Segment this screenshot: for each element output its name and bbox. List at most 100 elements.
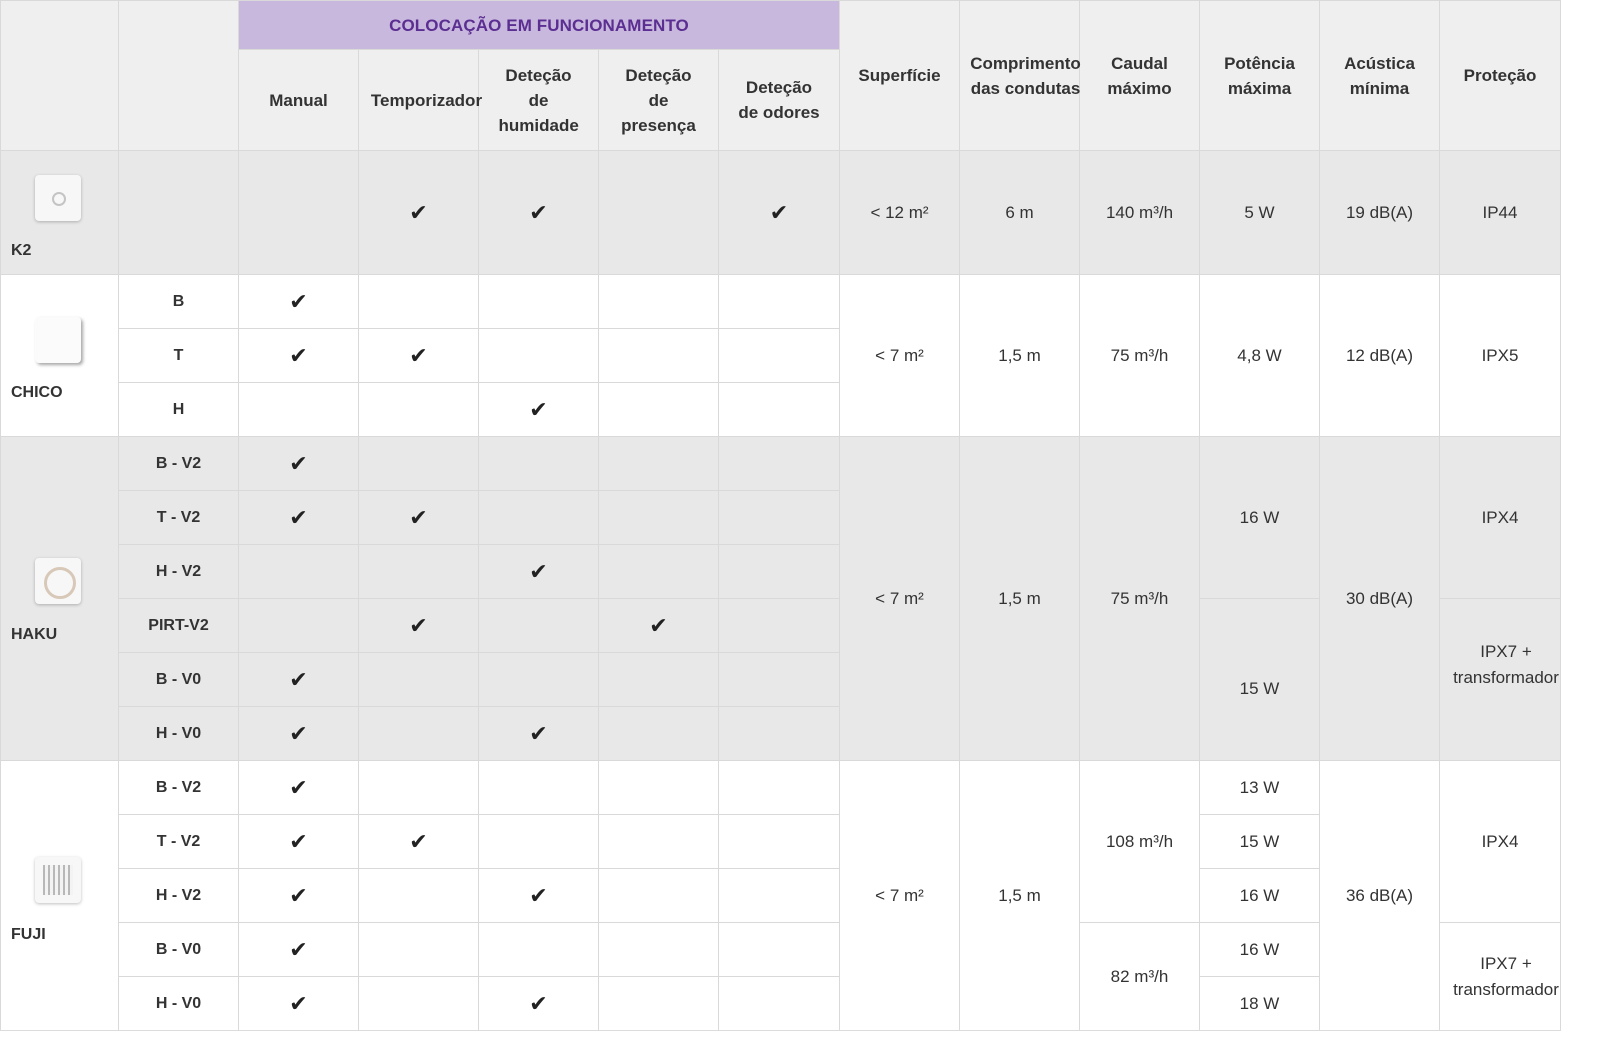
max-power-value: 5 W (1199, 150, 1320, 275)
surface-value: < 7 m² (839, 436, 960, 761)
header-blank-variant (118, 0, 239, 151)
check-cell: ✔ (358, 814, 479, 869)
acoustic-value: 30 dB(A) (1319, 436, 1440, 761)
variant-label: PIRT-V2 (118, 598, 239, 653)
check-cell (478, 814, 599, 869)
check-cell (598, 814, 719, 869)
check-cell: ✔ (478, 706, 599, 761)
header-surface: Superfície (839, 0, 960, 151)
check-cell: ✔ (238, 976, 359, 1031)
check-cell (358, 436, 479, 491)
product-name: K2 (11, 242, 32, 259)
bottom-fade (0, 1028, 1600, 1052)
check-cell: ✔ (478, 544, 599, 599)
product-cell-haku: HAKU (0, 436, 119, 761)
header-min-acoustic: Acústica mínima (1319, 0, 1440, 151)
duct-length-value: 1,5 m (959, 436, 1080, 761)
check-cell: ✔ (478, 868, 599, 923)
check-cell (238, 150, 359, 275)
max-power-value: 16 W (1199, 922, 1320, 977)
max-power-value: 18 W (1199, 976, 1320, 1031)
check-cell (358, 382, 479, 437)
check-cell: ✔ (358, 598, 479, 653)
check-cell (598, 490, 719, 545)
check-cell (358, 652, 479, 707)
variant-label: T (118, 328, 239, 383)
header-protection: Proteção (1439, 0, 1561, 151)
max-flow-value: 108 m³/h (1079, 760, 1200, 923)
check-cell (718, 760, 840, 815)
max-flow-value: 82 m³/h (1079, 922, 1200, 1031)
check-cell (478, 490, 599, 545)
chico-ventilator-image (35, 317, 81, 363)
check-cell (358, 976, 479, 1031)
check-cell (598, 922, 719, 977)
check-cell (718, 598, 840, 653)
protection-value: IP44 (1439, 150, 1561, 275)
check-cell: ✔ (238, 868, 359, 923)
variant-label: T - V2 (118, 814, 239, 869)
max-power-value: 13 W (1199, 760, 1320, 815)
check-cell: ✔ (238, 274, 359, 329)
check-cell (598, 976, 719, 1031)
check-cell (358, 274, 479, 329)
check-cell: ✔ (238, 436, 359, 491)
product-name: FUJI (11, 926, 46, 943)
header-max-power: Potência máxima (1199, 0, 1320, 151)
header-mode-humidity: Deteção de humidade (478, 49, 599, 151)
protection-value: IPX7 + transformador (1439, 922, 1561, 1031)
check-cell (598, 868, 719, 923)
variant-label: B (118, 274, 239, 329)
check-cell: ✔ (238, 760, 359, 815)
max-flow-value: 75 m³/h (1079, 274, 1200, 437)
protection-value: IPX7 + transformador (1439, 598, 1561, 761)
variant-label: H - V2 (118, 868, 239, 923)
check-cell (598, 274, 719, 329)
acoustic-value: 12 dB(A) (1319, 274, 1440, 437)
header-max-flow: Caudal máximo (1079, 0, 1200, 151)
check-cell (358, 706, 479, 761)
header-mode-timer: Temporizador (358, 49, 482, 151)
acoustic-value: 36 dB(A) (1319, 760, 1440, 1031)
check-cell (238, 382, 359, 437)
surface-value: < 7 m² (839, 274, 960, 437)
variant-cell (118, 150, 239, 275)
check-cell: ✔ (478, 976, 599, 1031)
check-cell (478, 328, 599, 383)
product-cell-chico: CHICO (0, 274, 119, 437)
variant-label: H - V0 (118, 976, 239, 1031)
check-cell: ✔ (358, 328, 479, 383)
header-mode-odor: Deteção de odores (718, 49, 840, 151)
protection-value: IPX4 (1439, 760, 1561, 923)
variant-label: B - V0 (118, 652, 239, 707)
check-cell (718, 274, 840, 329)
table-row: FUJI B - V2 ✔ < 7 m² 1,5 m 108 m³/h 13 W… (0, 760, 1561, 1031)
check-cell: ✔ (238, 922, 359, 977)
check-cell (478, 652, 599, 707)
check-cell: ✔ (358, 490, 479, 545)
check-cell (598, 382, 719, 437)
check-cell (358, 760, 479, 815)
max-flow-value: 75 m³/h (1079, 436, 1200, 761)
check-cell (598, 436, 719, 491)
check-cell: ✔ (238, 814, 359, 869)
header-group-operation: COLOCAÇÃO EM FUNCIONAMENTO (238, 0, 840, 50)
check-cell: ✔ (238, 328, 359, 383)
check-cell (718, 544, 840, 599)
check-cell (598, 760, 719, 815)
header-duct-length: Comprimento das condutas (959, 0, 1081, 151)
check-cell (478, 922, 599, 977)
surface-value: < 7 m² (839, 760, 960, 1031)
check-cell: ✔ (478, 382, 599, 437)
header-blank-product (0, 0, 119, 151)
max-power-value: 15 W (1199, 814, 1320, 869)
duct-length-value: 1,5 m (959, 274, 1080, 437)
variant-label: H - V2 (118, 544, 239, 599)
check-cell (598, 652, 719, 707)
check-cell (598, 150, 719, 275)
check-cell: ✔ (238, 652, 359, 707)
product-cell-k2: K2 (0, 150, 119, 275)
variant-label: B - V2 (118, 436, 239, 491)
check-cell: ✔ (478, 150, 599, 275)
check-cell (718, 436, 840, 491)
